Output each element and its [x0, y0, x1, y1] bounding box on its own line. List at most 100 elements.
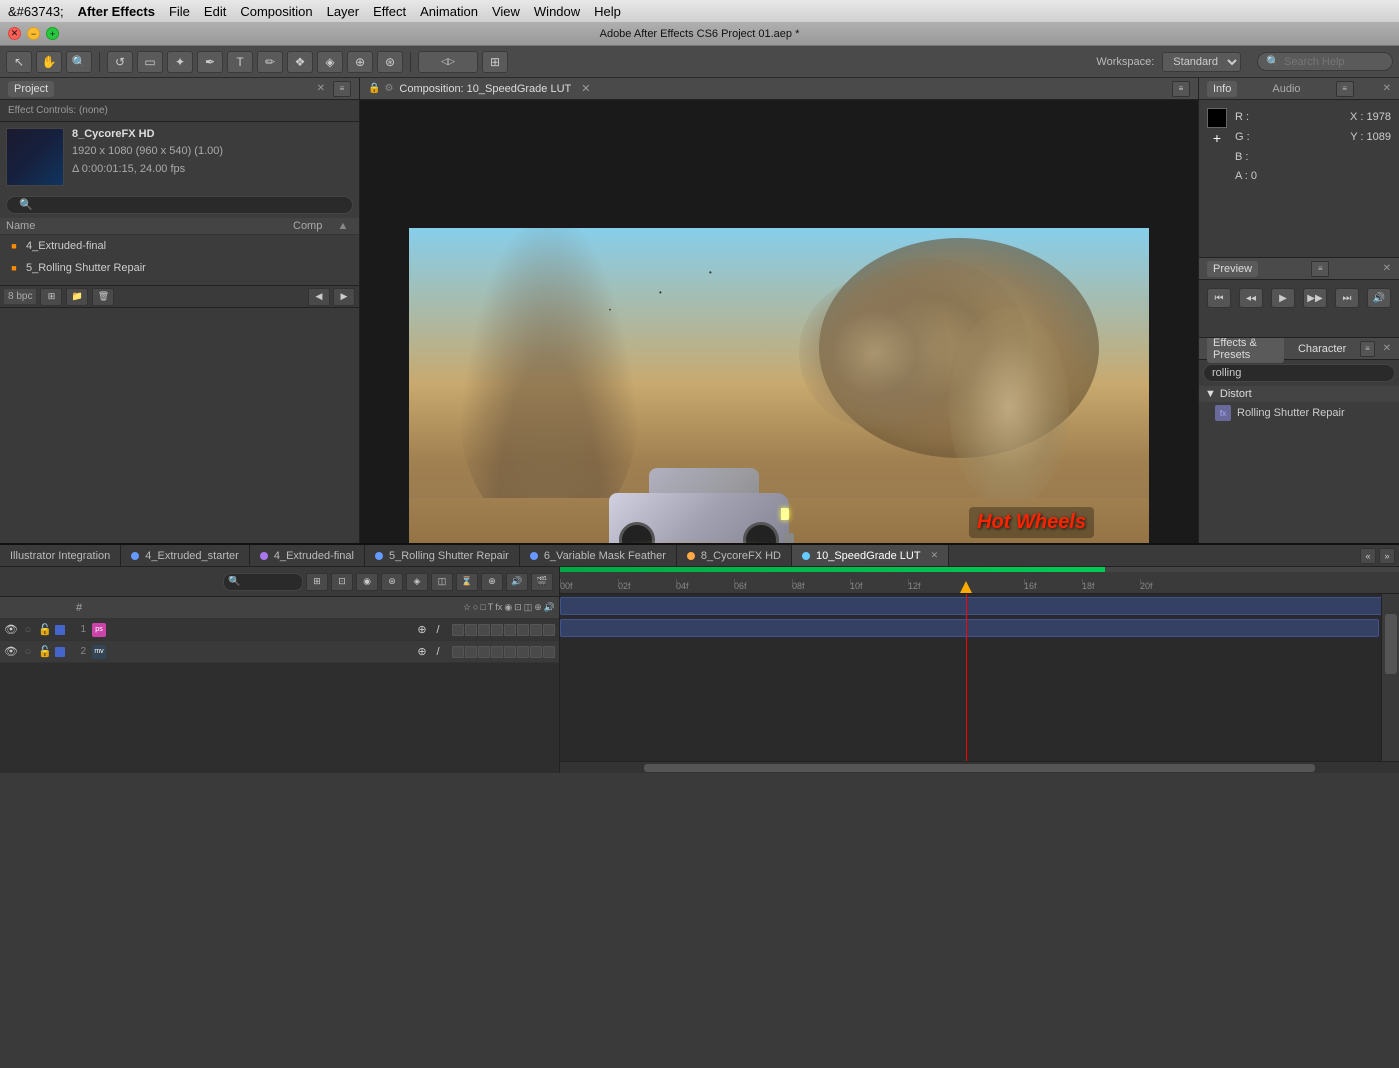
- maximize-button[interactable]: +: [46, 27, 59, 40]
- tool-rotate[interactable]: ↺: [107, 51, 133, 73]
- timeline-tracks[interactable]: [560, 594, 1399, 761]
- timeline-tab-extruded-starter[interactable]: 4_Extruded_starter: [121, 545, 250, 567]
- layer-switch-2e[interactable]: [504, 646, 516, 658]
- comp-tab-close[interactable]: ✕: [581, 82, 590, 95]
- layer-switch-1f[interactable]: [517, 624, 529, 636]
- effects-search[interactable]: [1199, 360, 1399, 386]
- character-tab[interactable]: Character: [1292, 341, 1352, 357]
- tool-snap[interactable]: ◁▷: [418, 51, 478, 73]
- layer-switch-1d[interactable]: [491, 624, 503, 636]
- info-panel-menu[interactable]: ≡: [1336, 81, 1354, 97]
- panel-tab-project[interactable]: Project: [8, 81, 54, 97]
- audio-toggle-btn[interactable]: 🔊: [1367, 288, 1391, 308]
- info-tab[interactable]: Info: [1207, 81, 1237, 97]
- expand-tab-btn[interactable]: »: [1379, 548, 1395, 564]
- tab-close-icon[interactable]: ✕: [931, 550, 939, 561]
- timeline-ctrl-6[interactable]: ◫: [431, 573, 453, 591]
- menu-animation[interactable]: Animation: [420, 4, 478, 19]
- menu-help[interactable]: Help: [594, 4, 621, 19]
- tool-zoom[interactable]: 🔍: [66, 51, 92, 73]
- list-item[interactable]: ■ 5_Rolling Shutter Repair: [0, 257, 359, 279]
- layer-solo-btn-1[interactable]: ○: [21, 623, 35, 637]
- tool-pin[interactable]: ⊞: [482, 51, 508, 73]
- step-forward-btn[interactable]: ▶▶: [1303, 288, 1327, 308]
- timeline-ctrl-5[interactable]: ◈: [406, 573, 428, 591]
- tool-arrow[interactable]: ↖: [6, 51, 32, 73]
- effects-search-input[interactable]: [1203, 364, 1395, 382]
- menu-view[interactable]: View: [492, 4, 520, 19]
- play-btn[interactable]: ▶: [1271, 288, 1295, 308]
- effects-tab[interactable]: Effects & Presets: [1207, 338, 1284, 363]
- tool-feather[interactable]: ✦: [167, 51, 193, 73]
- tool-mask[interactable]: ▭: [137, 51, 163, 73]
- panel-menu-btn[interactable]: ≡: [333, 81, 351, 97]
- minimize-button[interactable]: −: [27, 27, 40, 40]
- layer-anchor-1[interactable]: ⊕: [415, 623, 429, 637]
- project-search-input[interactable]: [6, 196, 353, 214]
- menu-effect[interactable]: Effect: [373, 4, 406, 19]
- comp-panel-menu[interactable]: ≡: [1172, 81, 1190, 97]
- timeline-ctrl-10[interactable]: 🎬: [531, 573, 553, 591]
- timeline-ctrl-4[interactable]: ⊛: [381, 573, 403, 591]
- tool-roto[interactable]: ⊕: [347, 51, 373, 73]
- step-back-btn[interactable]: ◂◂: [1239, 288, 1263, 308]
- layer-pen-1[interactable]: /: [431, 623, 445, 637]
- tool-pen[interactable]: ✒: [197, 51, 223, 73]
- layer-pen-2[interactable]: /: [431, 645, 445, 659]
- workspace-select[interactable]: Standard: [1162, 52, 1241, 72]
- list-item[interactable]: ■ 4_Extruded-final: [0, 235, 359, 257]
- panel-close-project[interactable]: ✕: [317, 83, 325, 94]
- timeline-tab-variable[interactable]: 6_Variable Mask Feather: [520, 545, 677, 567]
- tool-eraser[interactable]: ◈: [317, 51, 343, 73]
- layer-switch-2g[interactable]: [530, 646, 542, 658]
- sort-direction[interactable]: ▲: [333, 220, 353, 232]
- tool-text[interactable]: T: [227, 51, 253, 73]
- new-composition-btn[interactable]: ⊞: [40, 288, 62, 306]
- project-search-bar[interactable]: [0, 192, 359, 218]
- menu-file[interactable]: File: [169, 4, 190, 19]
- comp-lock-icon[interactable]: 🔒: [368, 83, 380, 94]
- layer-lock-btn-1[interactable]: 🔓: [38, 623, 52, 637]
- close-button[interactable]: ✕: [8, 27, 21, 40]
- tool-paint[interactable]: ✏: [257, 51, 283, 73]
- scroll-left-btn[interactable]: ◀: [308, 288, 330, 306]
- apple-menu[interactable]: &#63743;: [8, 4, 64, 19]
- layer-solo-btn-2[interactable]: ○: [21, 645, 35, 659]
- menu-layer[interactable]: Layer: [327, 4, 360, 19]
- layer-visibility-btn-1[interactable]: 👁: [4, 623, 18, 637]
- comp-settings-icon[interactable]: ⚙: [384, 83, 393, 94]
- scroll-right-btn[interactable]: ▶: [333, 288, 355, 306]
- layer-switch-2c[interactable]: [478, 646, 490, 658]
- timeline-ctrl-8[interactable]: ⊕: [481, 573, 503, 591]
- effects-category-distort[interactable]: ▼ Distort: [1199, 386, 1399, 402]
- comp-tab-label[interactable]: Composition: 10_SpeedGrade LUT: [399, 83, 571, 95]
- layer-switch-2f[interactable]: [517, 646, 529, 658]
- timeline-ctrl-3[interactable]: ◉: [356, 573, 378, 591]
- layer-switch-2d[interactable]: [491, 646, 503, 658]
- preview-panel-close[interactable]: ✕: [1383, 263, 1391, 274]
- menu-edit[interactable]: Edit: [204, 4, 226, 19]
- timeline-ruler[interactable]: 00f 02f 04f 06f 08f 10f 12f 16f 18f 20: [560, 572, 1399, 594]
- menu-window[interactable]: Window: [534, 4, 580, 19]
- timeline-tab-rolling[interactable]: 5_Rolling Shutter Repair: [365, 545, 520, 567]
- search-help-input[interactable]: [1284, 56, 1384, 68]
- effects-panel-menu[interactable]: ≡: [1360, 341, 1374, 357]
- layer-switch-1g[interactable]: [530, 624, 542, 636]
- layer-switch-2b[interactable]: [465, 646, 477, 658]
- info-panel-close[interactable]: ✕: [1383, 83, 1391, 94]
- timeline-ctrl-7[interactable]: ⌛: [456, 573, 478, 591]
- preview-panel-menu[interactable]: ≡: [1311, 261, 1329, 277]
- timeline-tab-illustrator[interactable]: Illustrator Integration: [0, 545, 121, 567]
- goto-end-btn[interactable]: ⏭: [1335, 288, 1359, 308]
- timeline-tab-cycoreFX[interactable]: 8_CycoreFX HD: [677, 545, 792, 567]
- layer-switch-1b[interactable]: [465, 624, 477, 636]
- layer-switch-1a[interactable]: [452, 624, 464, 636]
- effect-rolling-shutter[interactable]: fx Rolling Shutter Repair: [1199, 402, 1399, 424]
- menu-composition[interactable]: Composition: [240, 4, 312, 19]
- timeline-ctrl-1[interactable]: ⊞: [306, 573, 328, 591]
- effects-panel-close[interactable]: ✕: [1383, 343, 1391, 354]
- tool-hand[interactable]: ✋: [36, 51, 62, 73]
- goto-start-btn[interactable]: ⏮: [1207, 288, 1231, 308]
- timeline-tab-extruded-final[interactable]: 4_Extruded-final: [250, 545, 365, 567]
- timeline-scroll-right[interactable]: [1381, 594, 1399, 761]
